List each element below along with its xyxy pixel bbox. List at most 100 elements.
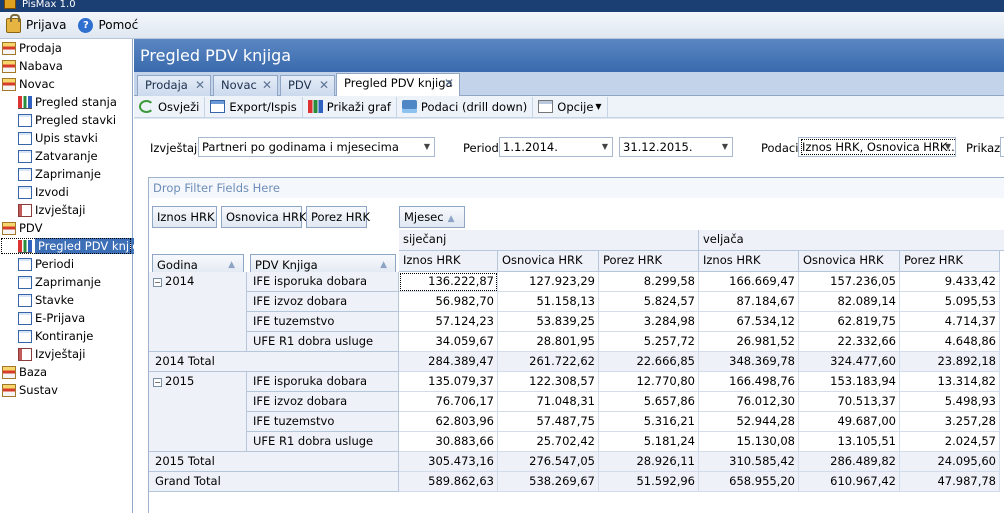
data-cell[interactable]: 9.433,42 xyxy=(900,272,1000,292)
data-cell[interactable]: 3.257,28 xyxy=(900,412,1000,432)
sidebar-item[interactable]: Pregled stanja xyxy=(0,93,132,111)
data-cell[interactable]: 157.236,05 xyxy=(799,272,900,292)
total-cell[interactable]: 284.389,47 xyxy=(399,352,498,372)
data-cell[interactable]: 52.944,28 xyxy=(699,412,799,432)
total-cell[interactable]: 28.926,11 xyxy=(599,452,699,472)
data-cell[interactable]: 2.024,57 xyxy=(900,432,1000,452)
total-cell[interactable]: 310.585,42 xyxy=(699,452,799,472)
filter-drop-zone[interactable]: Drop Filter Fields Here xyxy=(149,178,1004,198)
measure-header[interactable]: Iznos HRK xyxy=(699,251,799,272)
data-field-button[interactable]: Iznos HRK xyxy=(152,206,217,228)
data-cell[interactable]: 3.284,98 xyxy=(599,312,699,332)
tab-pregled-pdv-knjiga[interactable]: Pregled PDV knjiga ✕ xyxy=(336,73,460,97)
sidebar-item[interactable]: Zatvaranje xyxy=(0,147,132,165)
data-cell[interactable]: 5.824,57 xyxy=(599,292,699,312)
report-select[interactable]: Partneri po godinama i mjesecima ▼ xyxy=(198,137,435,157)
measure-header[interactable]: Porez HRK xyxy=(599,251,699,272)
data-cell[interactable]: 62.819,75 xyxy=(799,312,900,332)
total-cell[interactable]: 261.722,62 xyxy=(498,352,599,372)
data-cell[interactable]: 166.669,47 xyxy=(699,272,799,292)
sidebar-item[interactable]: Kontiranje xyxy=(0,327,132,345)
year-group-cell[interactable]: −2015 xyxy=(149,372,247,452)
show-graph-button[interactable]: Prikaži graf xyxy=(303,96,397,117)
close-icon[interactable]: ✕ xyxy=(195,76,205,95)
sidebar-item[interactable]: Stavke xyxy=(0,291,132,309)
tab-novac[interactable]: Novac ✕ xyxy=(213,75,278,96)
close-icon[interactable]: ✕ xyxy=(319,76,329,95)
sidebar-item[interactable]: Izvodi xyxy=(0,183,132,201)
drill-down-button[interactable]: Podaci (drill down) xyxy=(397,96,534,117)
total-cell[interactable]: 23.892,18 xyxy=(900,352,1000,372)
close-icon[interactable]: ✕ xyxy=(444,74,454,93)
sidebar-item[interactable]: PDV xyxy=(0,219,132,237)
total-cell[interactable]: 22.666,85 xyxy=(599,352,699,372)
data-cell[interactable]: 122.308,57 xyxy=(498,372,599,392)
data-cell[interactable]: 22.332,66 xyxy=(799,332,900,352)
options-button[interactable]: Opcije ▼ xyxy=(533,96,608,117)
sidebar-item[interactable]: Prodaja xyxy=(0,39,132,57)
data-cell[interactable]: 4.714,37 xyxy=(900,312,1000,332)
total-cell[interactable]: 24.095,60 xyxy=(900,452,1000,472)
sidebar-item[interactable]: Baza xyxy=(0,363,132,381)
data-cell[interactable]: 5.316,21 xyxy=(599,412,699,432)
sidebar-item[interactable]: Sustav xyxy=(0,381,132,399)
data-fields-select[interactable]: Iznos HRK, Osnovica HRK... ▼ xyxy=(798,137,956,157)
data-field-button[interactable]: Osnovica HRK xyxy=(221,206,307,228)
data-cell[interactable]: 70.513,37 xyxy=(799,392,900,412)
total-cell[interactable]: 324.477,60 xyxy=(799,352,900,372)
collapse-icon[interactable]: − xyxy=(153,378,162,387)
show-select[interactable] xyxy=(1000,137,1004,157)
data-cell[interactable]: 57.487,75 xyxy=(498,412,599,432)
data-cell[interactable]: 57.124,23 xyxy=(399,312,498,332)
chevron-down-icon[interactable]: ▼ xyxy=(722,138,728,156)
month-header[interactable]: veljača xyxy=(699,230,1004,251)
data-cell[interactable]: 26.981,52 xyxy=(699,332,799,352)
data-cell[interactable]: 127.923,29 xyxy=(498,272,599,292)
data-cell[interactable]: 67.534,12 xyxy=(699,312,799,332)
data-cell[interactable]: 5.181,24 xyxy=(599,432,699,452)
tab-pdv[interactable]: PDV ✕ xyxy=(280,75,335,96)
sidebar-item[interactable]: Nabava xyxy=(0,57,132,75)
data-cell[interactable]: 5.498,93 xyxy=(900,392,1000,412)
total-cell[interactable]: 348.369,78 xyxy=(699,352,799,372)
data-cell[interactable]: 12.770,80 xyxy=(599,372,699,392)
measure-header[interactable]: Porez HRK xyxy=(900,251,1000,272)
grand-total-cell[interactable]: 589.862,63 xyxy=(399,472,498,492)
collapse-icon[interactable]: − xyxy=(153,278,162,287)
grand-total-cell[interactable]: 538.269,67 xyxy=(498,472,599,492)
help-menu[interactable]: ? Pomoć xyxy=(72,14,144,36)
total-cell[interactable]: 276.547,05 xyxy=(498,452,599,472)
measure-header[interactable]: Iznos HRK xyxy=(399,251,498,272)
sidebar-item[interactable]: Zaprimanje xyxy=(0,273,132,291)
data-cell[interactable]: 76.012,30 xyxy=(699,392,799,412)
data-field-button[interactable]: Porez HRK xyxy=(306,206,370,228)
data-cell[interactable]: 25.702,42 xyxy=(498,432,599,452)
chevron-down-icon[interactable]: ▼ xyxy=(602,138,608,156)
data-cell[interactable]: 34.059,67 xyxy=(399,332,498,352)
chevron-down-icon[interactable]: ▼ xyxy=(945,138,951,156)
grand-total-cell[interactable]: 51.592,96 xyxy=(599,472,699,492)
date-to-picker[interactable]: 31.12.2015. ▼ xyxy=(619,137,733,157)
data-cell[interactable]: 76.706,17 xyxy=(399,392,498,412)
data-cell[interactable]: 28.801,95 xyxy=(498,332,599,352)
login-menu[interactable]: Prijava xyxy=(0,13,72,36)
sidebar-item[interactable]: Izvještaji xyxy=(0,345,132,363)
data-cell[interactable]: 82.089,14 xyxy=(799,292,900,312)
total-cell[interactable]: 286.489,82 xyxy=(799,452,900,472)
measure-header[interactable]: Osnovica HRK xyxy=(799,251,900,272)
data-cell[interactable]: 4.648,86 xyxy=(900,332,1000,352)
sidebar-item[interactable]: Izvještaji xyxy=(0,201,132,219)
sidebar-item[interactable]: E-Prijava xyxy=(0,309,132,327)
data-cell[interactable]: 53.839,25 xyxy=(498,312,599,332)
total-cell[interactable]: 305.473,16 xyxy=(399,452,498,472)
data-cell[interactable]: 15.130,08 xyxy=(699,432,799,452)
export-button[interactable]: Export/Ispis xyxy=(205,96,303,117)
data-cell[interactable]: 87.184,67 xyxy=(699,292,799,312)
data-cell[interactable]: 166.498,76 xyxy=(699,372,799,392)
sidebar-item[interactable]: Upis stavki xyxy=(0,129,132,147)
chevron-down-icon[interactable]: ▼ xyxy=(424,138,430,156)
date-from-picker[interactable]: 1.1.2014. ▼ xyxy=(499,137,613,157)
data-cell[interactable]: 5.657,86 xyxy=(599,392,699,412)
sidebar-item[interactable]: Novac xyxy=(0,75,132,93)
data-cell[interactable]: 30.883,66 xyxy=(399,432,498,452)
